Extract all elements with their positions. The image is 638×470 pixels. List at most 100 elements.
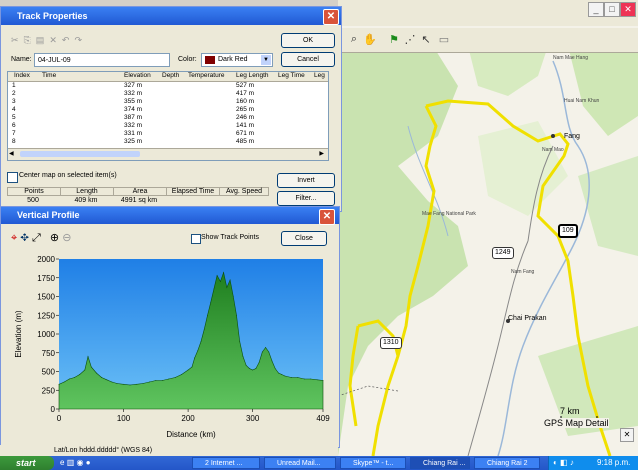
- task-internet[interactable]: 2 Internet ...: [192, 457, 260, 469]
- table-row[interactable]: 1 327 m 527 m: [8, 82, 328, 90]
- table-row[interactable]: 4 374 m 265 m: [8, 106, 328, 114]
- table-row[interactable]: 5 387 m 246 m: [8, 114, 328, 122]
- map-view[interactable]: Nam Mae Hang Huai Nam Khun Fang Nam Mao …: [338, 26, 638, 456]
- data-point: [203, 329, 205, 330]
- cell-elevation: 325 m: [124, 138, 143, 145]
- chevron-down-icon[interactable]: ▼: [261, 55, 271, 65]
- profile-close-button[interactable]: Close: [281, 231, 327, 246]
- ok-button[interactable]: OK: [281, 33, 335, 48]
- map-label-chai-prakan: Chai Prakan: [508, 315, 547, 322]
- cell-index: 4: [12, 106, 16, 113]
- select-arrow-icon[interactable]: ↖: [418, 31, 434, 47]
- folder-icon[interactable]: ▥: [67, 458, 75, 467]
- table-row[interactable]: 7 331 m 671 m: [8, 130, 328, 138]
- scroll-left-icon[interactable]: ◀: [9, 150, 14, 157]
- data-point: [219, 281, 221, 282]
- task-chiang-rai[interactable]: Chiang Rai ...: [410, 457, 470, 469]
- minimize-button[interactable]: _: [588, 2, 604, 17]
- ie-icon[interactable]: e: [60, 458, 64, 467]
- cut-icon[interactable]: ✂: [11, 35, 19, 45]
- summary-header: Elapsed Time: [166, 187, 220, 196]
- data-point: [123, 383, 124, 385]
- data-point: [265, 347, 266, 348]
- scrollbar-thumb[interactable]: [20, 151, 140, 157]
- data-point: [297, 377, 299, 378]
- zoom-select-icon[interactable]: ⌕: [346, 31, 362, 47]
- map-close-icon[interactable]: ✕: [620, 428, 634, 442]
- column-header[interactable]: Elevation: [124, 72, 151, 80]
- data-point: [271, 360, 273, 362]
- redo-icon[interactable]: ↷: [74, 35, 82, 45]
- column-header[interactable]: Temperature: [188, 72, 225, 80]
- cancel-button[interactable]: Cancel: [281, 52, 335, 67]
- task-skype[interactable]: Skype™ - t...: [340, 457, 406, 469]
- column-header[interactable]: Time: [42, 72, 56, 80]
- select-icon[interactable]: ⌖: [11, 232, 17, 244]
- messenger-icon[interactable]: ●: [86, 458, 91, 467]
- data-point: [68, 378, 70, 380]
- column-header[interactable]: Index: [14, 72, 30, 80]
- delete-icon[interactable]: ✕: [49, 35, 57, 45]
- maximize-button[interactable]: □: [604, 2, 620, 17]
- start-button[interactable]: start: [0, 456, 54, 470]
- pan-hand-icon[interactable]: ✋: [362, 31, 378, 47]
- column-header[interactable]: Leg: [314, 72, 325, 80]
- undo-icon[interactable]: ↶: [62, 35, 70, 45]
- cell-elevation: 331 m: [124, 130, 143, 137]
- show-track-points-checkbox[interactable]: [191, 234, 201, 244]
- data-point: [278, 372, 279, 374]
- data-point: [142, 383, 144, 384]
- zoom-out-icon[interactable]: ⊖: [62, 232, 71, 244]
- table-row[interactable]: 8 325 m 485 m: [8, 138, 328, 146]
- road-tag-1249: 1249: [492, 247, 514, 259]
- data-point: [181, 374, 183, 375]
- copy-icon[interactable]: ⎘: [24, 35, 31, 45]
- task-mail[interactable]: Unread Mail...: [264, 457, 336, 469]
- track-properties-close-button[interactable]: ✕: [323, 9, 339, 25]
- table-row[interactable]: 2 332 m 417 m: [8, 90, 328, 98]
- table-row[interactable]: 6 332 m 141 m: [8, 122, 328, 130]
- vertical-profile-close-icon[interactable]: ✕: [319, 209, 335, 225]
- cell-leg-length: 485 m: [236, 138, 255, 145]
- filter-button[interactable]: Filter...: [277, 191, 335, 206]
- data-point: [111, 381, 113, 383]
- cell-index: 1: [12, 82, 16, 89]
- y-tick-label: 500: [42, 368, 56, 377]
- window-title: Track Properties: [17, 11, 88, 21]
- task-chiang-rai-2[interactable]: Chiang Rai 2: [474, 457, 540, 469]
- pan-icon[interactable]: ✥: [20, 232, 29, 244]
- cell-leg-length: 265 m: [236, 106, 255, 113]
- data-point: [84, 369, 86, 371]
- track-points-table[interactable]: Index Time Elevation Depth Temperature L…: [7, 71, 329, 161]
- data-point: [116, 383, 118, 384]
- map-label-fang: Fang: [564, 133, 580, 140]
- invert-button[interactable]: Invert: [277, 173, 335, 188]
- main-close-button[interactable]: ✕: [620, 2, 636, 17]
- data-point: [106, 379, 108, 381]
- table-row[interactable]: 3 355 m 160 m: [8, 98, 328, 106]
- data-point: [87, 356, 89, 357]
- map-canvas[interactable]: [338, 26, 638, 456]
- color-select[interactable]: Dark Red ▼: [201, 53, 273, 67]
- horizontal-scrollbar[interactable]: ◀ ▶: [8, 148, 328, 160]
- center-map-checkbox[interactable]: [7, 172, 18, 183]
- column-header[interactable]: Depth: [162, 72, 179, 80]
- color-label: Color:: [178, 56, 197, 63]
- waypoint-flag-icon[interactable]: ⚑: [386, 31, 402, 47]
- data-point: [310, 378, 312, 380]
- show-track-points-label: Show Track Points: [201, 234, 259, 241]
- measure-icon[interactable]: ▭: [436, 31, 452, 47]
- elevation-profile-chart[interactable]: 0 250 500 750 1000 1250 1500 1750 2000 0 100 200 30…: [1, 249, 337, 441]
- column-header[interactable]: Leg Length: [236, 72, 269, 80]
- tray-icons[interactable]: ◐ ◧ ♪: [553, 458, 574, 467]
- zoom-in-icon[interactable]: ⊕: [50, 232, 59, 244]
- column-header[interactable]: Leg Time: [278, 72, 305, 80]
- paste-icon[interactable]: ▤: [36, 35, 45, 45]
- name-field[interactable]: [34, 53, 170, 67]
- route-tool-icon[interactable]: ⋰: [402, 31, 418, 47]
- media-icon[interactable]: ◉: [76, 458, 83, 467]
- cell-leg-length: 141 m: [236, 122, 255, 129]
- scroll-right-icon[interactable]: ▶: [319, 150, 324, 157]
- data-point: [197, 350, 199, 351]
- move-icon[interactable]: ⤢: [32, 232, 41, 244]
